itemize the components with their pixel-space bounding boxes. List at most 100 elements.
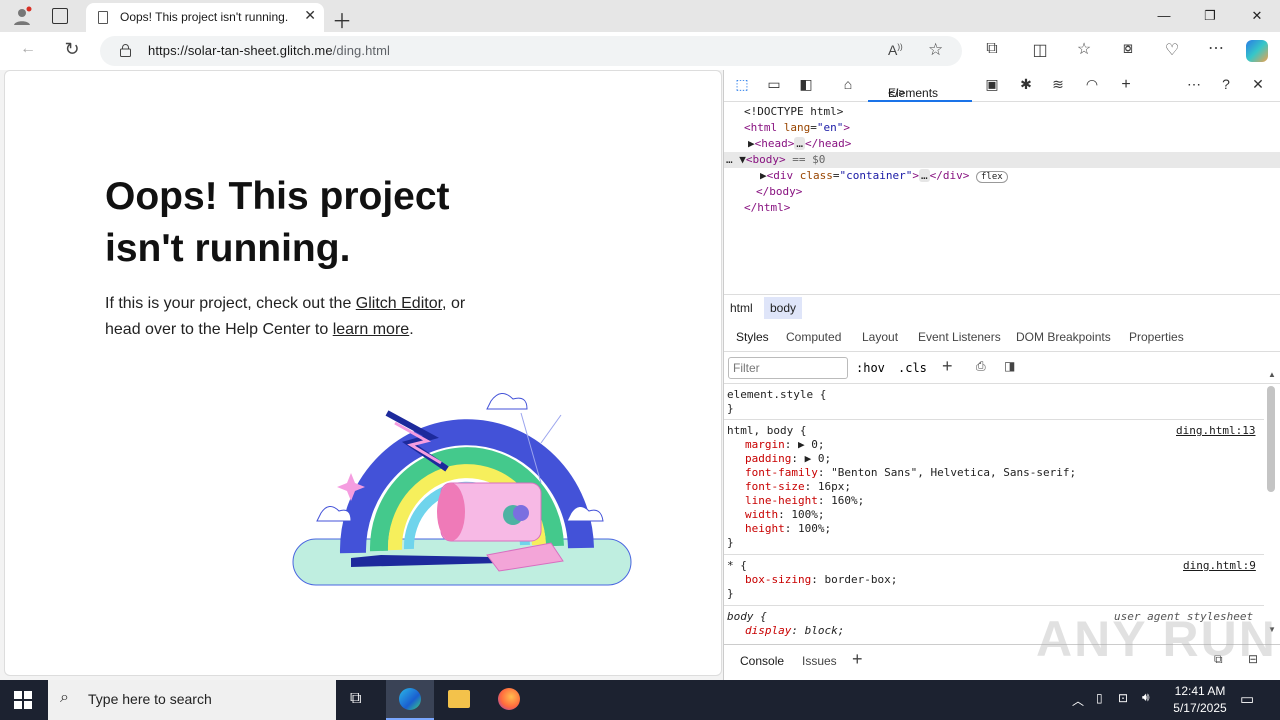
more-menu-icon[interactable]: ⋯ — [1204, 38, 1228, 58]
expand-arrow-icon[interactable]: ▶ — [760, 169, 767, 182]
div-ellipsis[interactable]: … — [918, 169, 930, 182]
star-selector[interactable]: * { — [727, 559, 747, 573]
decl-width[interactable]: width: 100%; — [745, 508, 825, 522]
breadcrumb-html[interactable]: html — [730, 301, 753, 315]
styles-scrollbar[interactable]: ▲ ▼ — [1262, 370, 1278, 640]
tray-chevron-icon[interactable]: ︿ — [1072, 692, 1084, 709]
decl-display[interactable]: display: block; — [745, 624, 844, 638]
tab-close-icon[interactable]: ✕ — [304, 7, 316, 24]
scrollbar-thumb[interactable] — [1267, 386, 1275, 492]
decl-margin[interactable]: margin: ▶ 0; — [745, 438, 825, 452]
collections-icon[interactable]: ⧇ — [1116, 40, 1140, 58]
firefox-icon[interactable] — [498, 688, 520, 710]
dom-head[interactable]: ▶<head>… </head> — [748, 136, 851, 152]
row-menu-ellipsis[interactable]: … — [726, 153, 733, 166]
dock-side-icon[interactable]: ◧ — [794, 76, 818, 96]
dom-div-container[interactable]: ▶<div class="container">… </div> flex — [760, 168, 1008, 184]
windows-start-icon[interactable] — [14, 691, 32, 709]
tab-elements[interactable]: </> Elements — [868, 70, 972, 102]
expand-arrow-icon[interactable]: ▶ — [798, 438, 805, 451]
profile-icon[interactable] — [12, 6, 32, 26]
subtab-layout[interactable]: Layout — [862, 330, 898, 344]
dom-html-close[interactable]: </html> — [744, 200, 790, 216]
device-toolbar-icon[interactable]: ▭ — [762, 76, 786, 96]
toggle-sidebar-icon[interactable]: ◨ — [1004, 359, 1015, 373]
devtools-menu-icon[interactable]: ⋯ — [1182, 76, 1206, 96]
tray-device-icon[interactable]: ▯ — [1096, 691, 1103, 705]
expand-arrow-icon[interactable]: ▶ — [748, 137, 755, 150]
drawer-add-tab-icon[interactable]: + — [852, 649, 863, 670]
breadcrumb-body[interactable]: body — [764, 297, 803, 319]
tab-actions-icon[interactable] — [52, 8, 68, 24]
refresh-icon[interactable]: ↻ — [60, 39, 84, 60]
styles-filter-input[interactable]: Filter — [728, 357, 848, 379]
decl-line-height[interactable]: line-height: 160%; — [745, 494, 864, 508]
learn-more-link[interactable]: learn more — [333, 321, 409, 338]
expand-arrow-icon[interactable]: ▶ — [805, 452, 812, 465]
scroll-up-icon[interactable]: ▲ — [1268, 370, 1276, 379]
task-view-icon[interactable]: ⧉ — [350, 690, 361, 708]
decl-box-sizing[interactable]: box-sizing: border-box; — [745, 573, 897, 587]
decl-font-size[interactable]: font-size: 16px; — [745, 480, 851, 494]
more-tools-plus-icon[interactable]: + — [1114, 76, 1138, 96]
restore-icon[interactable]: ❐ — [1187, 0, 1233, 32]
tray-network-icon[interactable]: ⊡ — [1118, 691, 1128, 705]
tray-volume-icon[interactable]: 🔊︎ — [1142, 690, 1150, 705]
back-icon[interactable]: ← — [16, 40, 40, 58]
hov-toggle[interactable]: :hov — [856, 361, 885, 375]
flex-badge[interactable]: flex — [975, 171, 1008, 183]
head-ellipsis[interactable]: … — [794, 137, 805, 150]
subtab-styles[interactable]: Styles — [730, 322, 775, 354]
dom-html[interactable]: <html lang="en"> — [744, 120, 850, 136]
source-link-1[interactable]: ding.html:13 — [1176, 424, 1255, 438]
browser-tab-active[interactable]: Oops! This project isn't running. ✕ — [86, 3, 324, 32]
copilot-icon[interactable] — [1246, 40, 1268, 62]
dom-body-close[interactable]: </body> — [756, 184, 802, 200]
lock-icon[interactable] — [120, 44, 131, 57]
network-wifi-icon[interactable]: ≋ — [1046, 76, 1070, 96]
subtab-computed[interactable]: Computed — [786, 330, 841, 344]
element-style-rule[interactable]: element.style { — [727, 388, 826, 402]
file-explorer-icon[interactable] — [448, 690, 470, 708]
address-bar[interactable]: https://solar-tan-sheet.glitch.me/ding.h… — [100, 36, 962, 66]
decl-height[interactable]: height: 100%; — [745, 522, 831, 536]
glitch-editor-link[interactable]: Glitch Editor — [356, 295, 442, 312]
clock-date[interactable]: 5/17/2025 — [1166, 701, 1234, 715]
decl-padding[interactable]: padding: ▶ 0; — [745, 452, 831, 466]
clock-time[interactable]: 12:41 AM — [1170, 684, 1230, 698]
devtools-close-icon[interactable]: ✕ — [1246, 76, 1270, 96]
taskbar-search-box[interactable]: ⌕ Type here to search — [48, 680, 336, 720]
subtab-event-listeners[interactable]: Event Listeners — [918, 330, 1001, 344]
sources-bug-icon[interactable]: ✱ — [1014, 76, 1038, 96]
cls-toggle[interactable]: .cls — [898, 361, 927, 375]
favorites-icon[interactable]: ☆ — [1072, 39, 1096, 59]
html-body-selector[interactable]: html, body { — [727, 424, 806, 438]
edge-taskbar-icon[interactable] — [386, 680, 434, 720]
decl-font-family[interactable]: font-family: "Benton Sans", Helvetica, S… — [745, 466, 1076, 480]
drawer-tab-issues[interactable]: Issues — [802, 654, 837, 668]
collapse-arrow-icon[interactable]: ▼ — [739, 153, 746, 166]
body-ua-selector[interactable]: body { — [727, 610, 767, 624]
drawer-tab-console[interactable]: Console — [740, 654, 784, 668]
minimize-icon[interactable]: — — [1141, 0, 1187, 32]
notifications-icon[interactable]: ▭ — [1240, 690, 1254, 708]
welcome-home-icon[interactable]: ⌂ — [836, 76, 860, 96]
subtab-dom-breakpoints[interactable]: DOM Breakpoints — [1016, 330, 1111, 344]
split-screen-icon[interactable]: ◫ — [1028, 40, 1052, 60]
performance-gauge-icon[interactable]: ◠ — [1080, 76, 1104, 96]
help-icon[interactable]: ? — [1214, 76, 1238, 96]
paint-brush-icon[interactable]: ⎙ — [976, 359, 986, 374]
subtab-properties[interactable]: Properties — [1129, 330, 1184, 344]
dom-body[interactable]: … ▼<body> == $0 — [726, 152, 825, 168]
favorite-star-icon[interactable]: ☆ — [928, 40, 943, 60]
extensions-icon[interactable]: ⧉ — [980, 40, 1004, 58]
inspect-element-icon[interactable]: ⬚ — [730, 76, 754, 96]
read-aloud-icon[interactable]: A)) — [888, 42, 903, 58]
new-tab-icon[interactable]: ＋ — [332, 5, 352, 34]
new-style-rule-icon[interactable]: + — [942, 356, 953, 377]
console-icon[interactable]: ▣ — [980, 76, 1004, 96]
dom-doctype[interactable]: <!DOCTYPE html> — [744, 104, 843, 120]
source-link-2[interactable]: ding.html:9 — [1183, 559, 1256, 573]
performance-icon[interactable]: ♡ — [1160, 40, 1184, 60]
window-close-icon[interactable]: ✕ — [1234, 0, 1280, 32]
